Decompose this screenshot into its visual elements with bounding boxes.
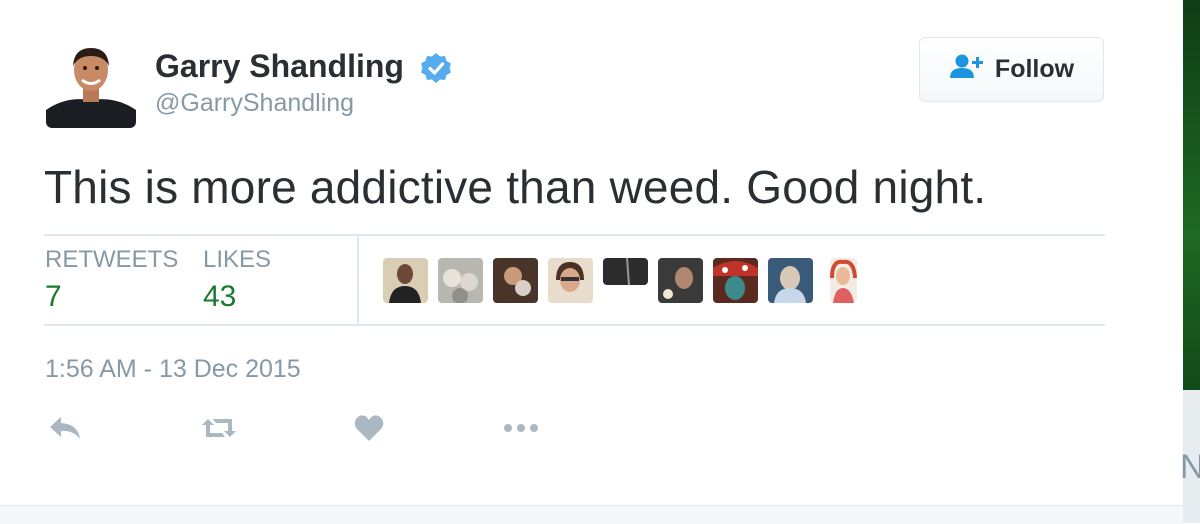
liker-avatar[interactable]: [493, 258, 538, 303]
tweet-card-bottom-edge: [0, 505, 1183, 524]
retweets-count: 7: [45, 280, 62, 313]
user-handle[interactable]: @GarryShandling: [155, 89, 354, 118]
retweets-label: RETWEETS: [45, 246, 179, 273]
tweet-text: This is more addictive than weed. Good n…: [44, 161, 987, 213]
verified-badge-icon: [420, 52, 452, 84]
add-user-icon: [949, 53, 985, 86]
likes-stat[interactable]: LIKES 43: [203, 246, 271, 314]
retweet-icon[interactable]: [200, 413, 238, 443]
liker-avatar[interactable]: [713, 258, 758, 303]
tweet-timestamp[interactable]: 1:56 AM - 13 Dec 2015: [45, 355, 301, 384]
liker-avatar[interactable]: [658, 258, 703, 303]
liker-avatar[interactable]: [830, 258, 857, 303]
stats-divider-top: [44, 234, 1105, 236]
more-icon[interactable]: [501, 413, 541, 443]
background-image-strip: [1183, 0, 1200, 390]
profile-avatar[interactable]: [46, 40, 136, 128]
liker-avatar[interactable]: [383, 258, 428, 303]
follow-button-label: Follow: [994, 55, 1075, 83]
stats-divider-vertical: [357, 236, 359, 324]
liker-avatar[interactable]: [548, 258, 593, 303]
likes-count: 43: [203, 280, 237, 313]
stats-divider-bottom: [44, 324, 1105, 326]
user-display-name[interactable]: Garry Shandling: [155, 48, 404, 85]
liker-avatar[interactable]: [768, 258, 813, 303]
retweets-stat[interactable]: RETWEETS 7: [45, 246, 178, 314]
liker-avatar[interactable]: [438, 258, 483, 303]
background-page-edge: N: [1180, 0, 1200, 523]
likes-label: LIKES: [203, 246, 272, 273]
reply-icon[interactable]: [47, 413, 83, 443]
follow-button[interactable]: Follow: [919, 37, 1104, 102]
like-icon[interactable]: [353, 413, 385, 443]
liker-avatar[interactable]: [603, 258, 648, 285]
partial-letter-glyph: N: [1180, 448, 1200, 486]
